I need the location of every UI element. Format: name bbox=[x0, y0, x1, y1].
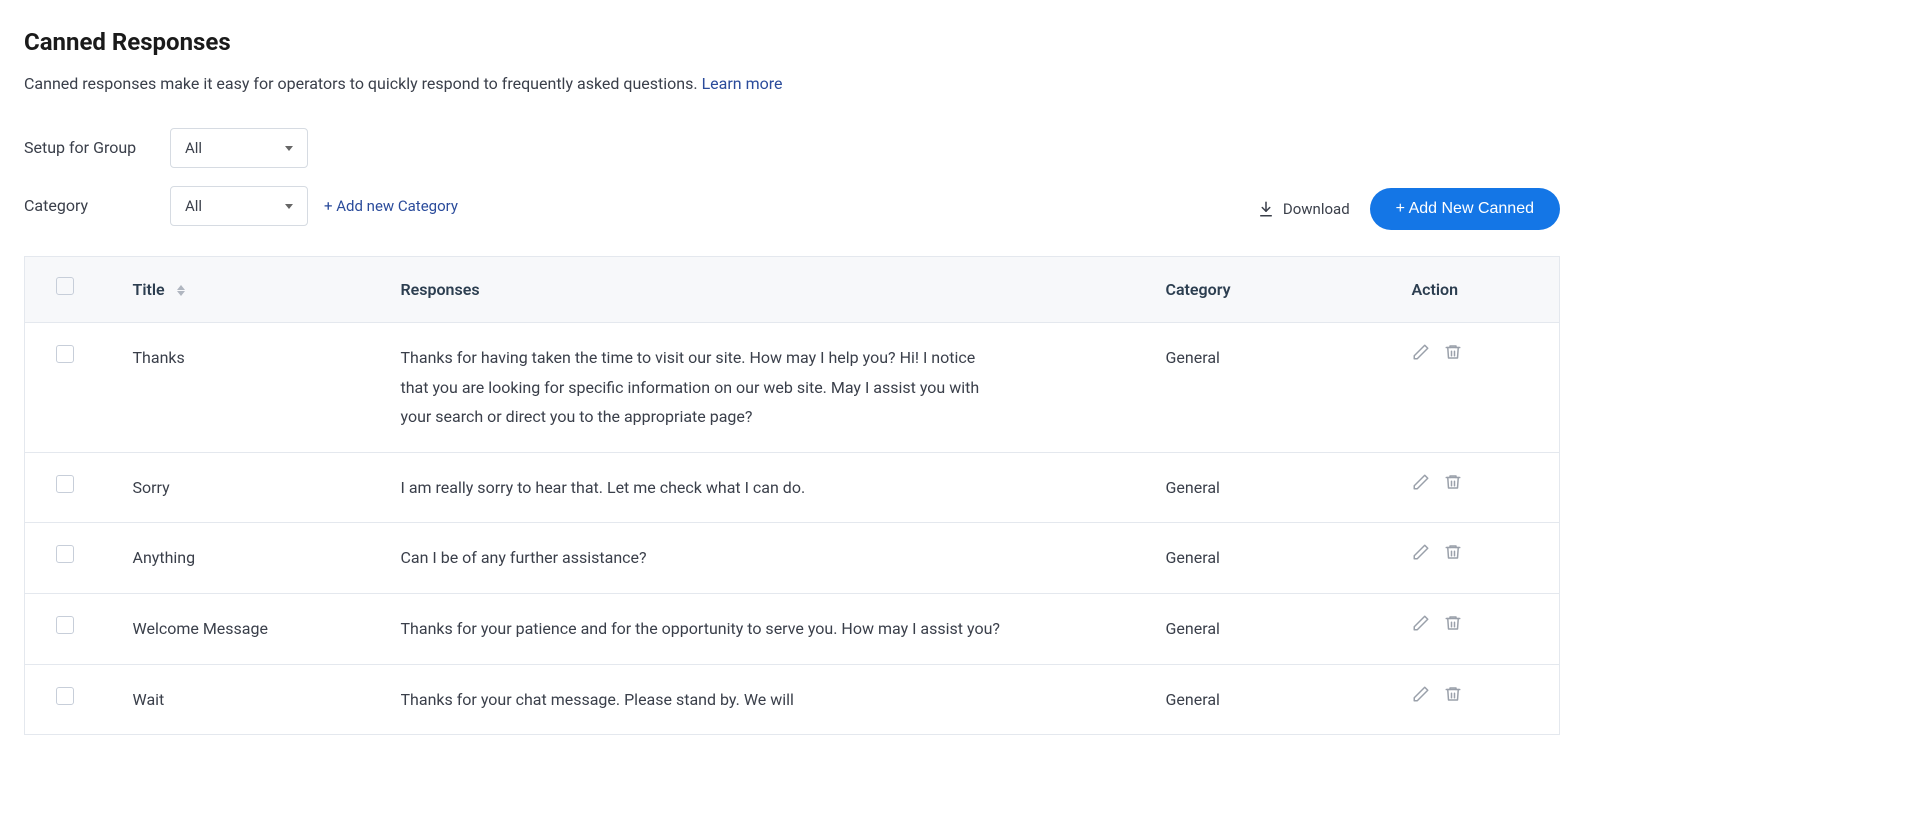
row-checkbox[interactable] bbox=[56, 345, 74, 363]
row-category: General bbox=[1138, 452, 1384, 523]
caret-down-icon bbox=[285, 146, 293, 151]
add-canned-button[interactable]: + Add New Canned bbox=[1370, 188, 1560, 230]
row-checkbox[interactable] bbox=[56, 687, 74, 705]
row-response: Thanks for your patience and for the opp… bbox=[401, 614, 1001, 644]
add-category-link[interactable]: + Add new Category bbox=[324, 195, 458, 218]
row-title: Anything bbox=[105, 523, 373, 594]
row-title: Welcome Message bbox=[105, 593, 373, 664]
row-response: Thanks for your chat message. Please sta… bbox=[401, 685, 1001, 715]
delete-icon[interactable] bbox=[1444, 614, 1462, 632]
row-category: General bbox=[1138, 664, 1384, 735]
row-title: Wait bbox=[105, 664, 373, 735]
delete-icon[interactable] bbox=[1444, 343, 1462, 361]
caret-down-icon bbox=[285, 204, 293, 209]
download-icon bbox=[1257, 200, 1275, 218]
learn-more-link[interactable]: Learn more bbox=[702, 74, 783, 93]
select-all-checkbox[interactable] bbox=[56, 277, 74, 295]
header-category: Category bbox=[1138, 257, 1384, 323]
header-select-all bbox=[25, 257, 105, 323]
group-select-value: All bbox=[185, 137, 202, 160]
category-select[interactable]: All bbox=[170, 186, 308, 226]
header-title[interactable]: Title bbox=[105, 257, 373, 323]
page-title: Canned Responses bbox=[24, 24, 1560, 60]
row-category: General bbox=[1138, 593, 1384, 664]
row-title: Sorry bbox=[105, 452, 373, 523]
edit-icon[interactable] bbox=[1412, 543, 1430, 561]
row-checkbox[interactable] bbox=[56, 545, 74, 563]
delete-icon[interactable] bbox=[1444, 685, 1462, 703]
download-label: Download bbox=[1283, 198, 1350, 221]
page-description-text: Canned responses make it easy for operat… bbox=[24, 74, 702, 93]
category-select-value: All bbox=[185, 195, 202, 218]
delete-icon[interactable] bbox=[1444, 473, 1462, 491]
row-category: General bbox=[1138, 323, 1384, 453]
row-checkbox[interactable] bbox=[56, 616, 74, 634]
row-response: Thanks for having taken the time to visi… bbox=[401, 343, 1001, 432]
sort-icon bbox=[177, 285, 185, 296]
row-category: General bbox=[1138, 523, 1384, 594]
row-title: Thanks bbox=[105, 323, 373, 453]
edit-icon[interactable] bbox=[1412, 685, 1430, 703]
table-row: Thanks Thanks for having taken the time t… bbox=[25, 323, 1560, 453]
header-responses: Responses bbox=[373, 257, 1138, 323]
group-filter-label: Setup for Group bbox=[24, 136, 154, 160]
download-link[interactable]: Download bbox=[1257, 198, 1350, 221]
edit-icon[interactable] bbox=[1412, 614, 1430, 632]
table-row: Sorry I am really sorry to hear that. Let… bbox=[25, 452, 1560, 523]
header-action: Action bbox=[1384, 257, 1560, 323]
edit-icon[interactable] bbox=[1412, 343, 1430, 361]
table-row: Welcome Message Thanks for your patience … bbox=[25, 593, 1560, 664]
delete-icon[interactable] bbox=[1444, 543, 1462, 561]
header-title-text: Title bbox=[133, 280, 165, 299]
category-filter-label: Category bbox=[24, 194, 154, 218]
group-filter-row: Setup for Group All bbox=[24, 128, 1560, 168]
row-response: Can I be of any further assistance? bbox=[401, 543, 1001, 573]
row-response: I am really sorry to hear that. Let me c… bbox=[401, 473, 1001, 503]
table-row: Anything Can I be of any further assistan… bbox=[25, 523, 1560, 594]
group-select[interactable]: All bbox=[170, 128, 308, 168]
table-row: Wait Thanks for your chat message. Please… bbox=[25, 664, 1560, 735]
edit-icon[interactable] bbox=[1412, 473, 1430, 491]
page-description: Canned responses make it easy for operat… bbox=[24, 72, 1560, 96]
row-checkbox[interactable] bbox=[56, 475, 74, 493]
canned-responses-table: Title Responses Category Action ThanksTh… bbox=[24, 256, 1560, 735]
